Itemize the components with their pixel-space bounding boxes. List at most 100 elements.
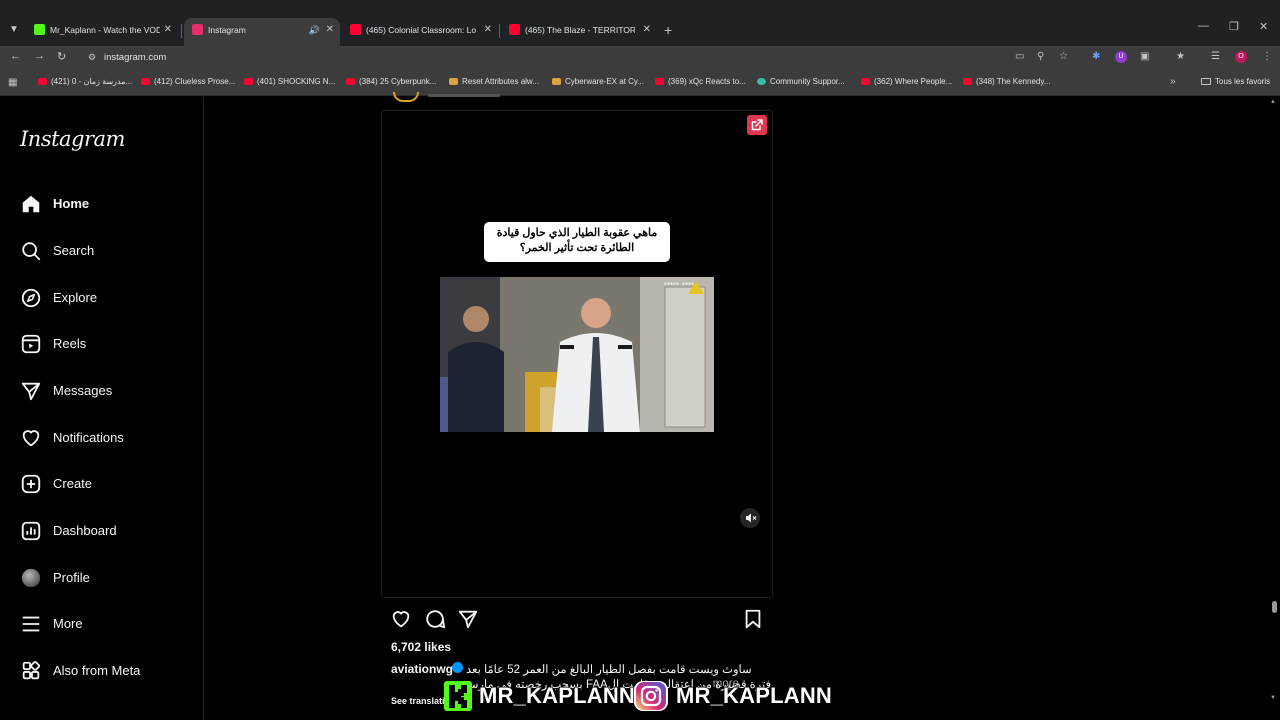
close-tab-icon[interactable]: ✕ [484, 18, 492, 42]
tab-search-icon[interactable]: ▼ [5, 21, 23, 39]
bookmark-star-icon[interactable]: ☆ [1059, 51, 1068, 62]
sidebar-item-notifications[interactable]: Notifications [20, 425, 190, 451]
more-bookmarks-icon[interactable]: » [1170, 76, 1176, 87]
like-heart-icon[interactable] [390, 608, 412, 630]
install-app-icon[interactable]: ▭ [1015, 51, 1024, 62]
close-tab-icon[interactable]: ✕ [164, 18, 172, 42]
sidebar-item-label: Create [53, 476, 93, 491]
sidebar-item-profile[interactable]: Profile [20, 565, 190, 591]
extension-icon[interactable]: ✱ [1092, 51, 1100, 62]
media-controls-icon[interactable]: ☰ [1211, 51, 1220, 62]
comment-icon[interactable] [424, 608, 446, 630]
all-bookmarks-folder[interactable]: Tous les favoris [1201, 77, 1270, 86]
page-scrollbar[interactable]: ▲ ▼ [1268, 97, 1280, 707]
bookmark-label: (362) Where People... [874, 77, 953, 86]
close-window-icon[interactable]: ✕ [1259, 20, 1268, 33]
bookmark-item[interactable]: Community Suppor... [757, 77, 845, 86]
sidebar-item-label: Home [53, 196, 90, 211]
sidebar-item-dashboard[interactable]: Dashboard [20, 518, 190, 544]
tab-youtube-blaze[interactable]: (465) The Blaze - TERRITORY (O ✕ [501, 18, 657, 46]
youtube-icon [655, 78, 664, 85]
speaker-muted-icon [746, 513, 757, 523]
bookmark-label: (384) 25 Cyberpunk... [359, 77, 437, 86]
chart-icon [21, 521, 41, 541]
bookmark-item[interactable]: (421) مدرسة زمان - 0... [38, 77, 132, 86]
save-bookmark-icon[interactable] [742, 608, 764, 630]
scroll-down-icon[interactable]: ▼ [1270, 695, 1276, 701]
address-bar[interactable]: ⚙ instagram.com [82, 48, 1082, 68]
close-tab-icon[interactable]: ✕ [643, 18, 651, 42]
sidebar-item-reels[interactable]: Reels [20, 331, 190, 357]
speaker-icon[interactable]: 🔊 [309, 18, 320, 42]
sidebar-item-messages[interactable]: Messages [20, 378, 190, 404]
instagram-logo[interactable]: Instagram [20, 127, 125, 151]
site-info-icon[interactable]: ⚙ [88, 52, 96, 63]
forward-icon[interactable]: → [34, 50, 45, 62]
zoom-icon[interactable]: ⚲ [1037, 51, 1044, 62]
youtube-icon [141, 78, 150, 85]
sidebar-item-also-from-meta[interactable]: Also from Meta [20, 658, 190, 684]
bookmark-item[interactable]: (412) Clueless Prose... [141, 77, 235, 86]
bookmark-label: (412) Clueless Prose... [154, 77, 236, 86]
back-icon[interactable]: ← [10, 50, 21, 62]
tab-instagram[interactable]: Instagram 🔊 ✕ [184, 18, 340, 46]
youtube-icon [861, 78, 870, 85]
bookmark-label: (348) The Kennedy... [976, 77, 1051, 86]
tab-title: Instagram [208, 25, 246, 35]
folder-icon [1201, 78, 1211, 85]
new-tab-icon[interactable]: + [664, 22, 672, 38]
scrollbar-thumb[interactable] [1272, 601, 1277, 613]
sidebar-item-label: Explore [53, 290, 98, 305]
bookmark-item[interactable]: Reset Attributes alw... [449, 77, 539, 86]
restore-icon[interactable]: ❐ [1229, 20, 1239, 33]
open-external-icon[interactable] [747, 115, 767, 135]
bookmark-item[interactable]: (369) xQc Reacts to... [655, 77, 746, 86]
post-author-name[interactable] [428, 94, 500, 97]
kick-handle: MR_KAPLANN [478, 682, 635, 709]
bodycam-scene [440, 277, 714, 432]
sidebar-item-search[interactable]: Search [20, 238, 190, 264]
tab-title: (465) Colonial Classroom: Load [366, 25, 476, 35]
instagram-logo-icon [634, 681, 668, 711]
caption-text: ساوث ويست قامت بفصل الطيار البالغ من الع… [466, 664, 752, 676]
tab-youtube-colonial[interactable]: (465) Colonial Classroom: Load ✕ [342, 18, 498, 46]
caption-username[interactable]: aviationwg [391, 662, 453, 676]
reload-icon[interactable]: ↻ [57, 50, 66, 63]
meta-grid-icon [22, 661, 41, 680]
bookmark-item[interactable]: (362) Where People... [861, 77, 952, 86]
mute-button[interactable] [740, 508, 760, 528]
tab-kick-vod[interactable]: Mr_Kaplann - Watch the VOD on ✕ [26, 18, 178, 46]
sidebar-item-home[interactable]: Home [20, 191, 190, 217]
sidebar-item-create[interactable]: Create [20, 471, 190, 497]
minimize-icon[interactable]: — [1198, 20, 1209, 32]
youtube-icon [244, 78, 253, 85]
tab-title: Mr_Kaplann - Watch the VOD on [50, 25, 160, 35]
bookmark-item[interactable]: Cyberware-EX at Cy... [552, 77, 644, 86]
tab-divider [181, 24, 182, 38]
scroll-up-icon[interactable]: ▲ [1270, 99, 1276, 105]
bookmark-item[interactable]: (401) SHOCKING N... [244, 77, 335, 86]
post-author-avatar[interactable] [393, 92, 419, 102]
share-icon[interactable] [457, 608, 479, 630]
likes-count[interactable]: 6,702 likes [391, 640, 451, 654]
extension-badge-icon[interactable]: U [1115, 51, 1127, 63]
bookmarks-bar: ▦ (421) مدرسة زمان - 0... (412) Clueless… [0, 70, 1280, 96]
bookmark-label: Reset Attributes alw... [462, 77, 539, 86]
reading-list-icon[interactable]: ★ [1176, 51, 1185, 62]
tab-divider [499, 24, 500, 38]
browser-menu-icon[interactable]: ⋮ [1262, 51, 1272, 62]
extensions-puzzle-icon[interactable]: ▣ [1140, 51, 1149, 62]
close-tab-icon[interactable]: ✕ [326, 18, 334, 42]
video-overlay-caption: ماهي عقوبة الطيار الذي حاول قيادة الطائر… [484, 222, 670, 262]
bookmark-item[interactable]: (384) 25 Cyberpunk... [346, 77, 436, 86]
video-frame[interactable]: ▪▪▪▪▪ ▪▪▪▪ [440, 277, 714, 432]
tab-title: (465) The Blaze - TERRITORY (O [525, 25, 635, 35]
apps-grid-icon[interactable]: ▦ [8, 77, 17, 88]
sidebar-item-explore[interactable]: Explore [20, 285, 190, 311]
home-icon [22, 195, 40, 213]
profile-avatar[interactable]: O [1235, 51, 1247, 63]
bookmark-item[interactable]: (348) The Kennedy... [963, 77, 1050, 86]
sidebar-item-more[interactable]: More [20, 611, 190, 637]
bookmark-favicon-icon [757, 78, 766, 85]
url-text: instagram.com [104, 52, 167, 63]
